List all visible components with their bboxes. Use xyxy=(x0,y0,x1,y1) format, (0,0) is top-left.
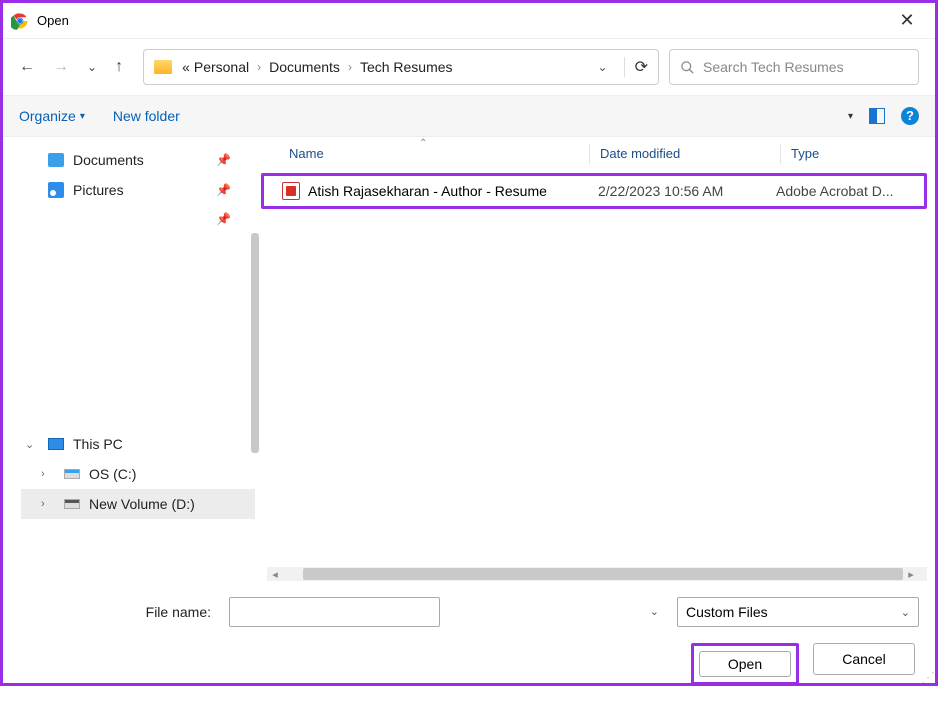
chevron-down-icon: ▾ xyxy=(80,111,85,122)
chevron-right-icon: › xyxy=(344,60,356,74)
scroll-left-icon[interactable]: ◂ xyxy=(267,568,283,581)
file-name: Atish Rajasekharan - Author - Resume xyxy=(308,183,598,199)
organize-menu[interactable]: Organize ▾ xyxy=(19,108,85,124)
expand-icon[interactable]: › xyxy=(41,498,55,510)
chevron-down-icon[interactable]: ⌄ xyxy=(650,605,659,618)
sidebar: Documents 📌 Pictures 📌 📌 ⌄ This PC › xyxy=(3,137,259,585)
close-button[interactable]: ✕ xyxy=(887,10,927,31)
filename-input[interactable] xyxy=(229,597,440,627)
pictures-icon xyxy=(48,182,64,198)
open-highlight: Open xyxy=(691,643,799,685)
chevron-down-icon: ⌄ xyxy=(901,606,910,619)
scroll-thumb[interactable] xyxy=(303,568,903,580)
collapse-icon[interactable]: ⌄ xyxy=(25,438,39,451)
refresh-button[interactable]: ⟳ xyxy=(624,57,648,77)
drive-icon xyxy=(64,469,80,479)
chevron-down-icon: ▾ xyxy=(848,111,853,122)
file-pane: Name ⌃ Date modified Type Atish Rajasekh… xyxy=(259,137,935,585)
folder-icon xyxy=(154,60,172,74)
column-headers: Name ⌃ Date modified Type xyxy=(259,137,935,171)
sort-asc-icon: ⌃ xyxy=(419,138,427,149)
address-dropdown[interactable]: ⌄ xyxy=(598,60,620,74)
sidebar-scrollbar[interactable] xyxy=(251,233,259,453)
file-row[interactable]: Atish Rajasekharan - Author - Resume 2/2… xyxy=(261,173,927,209)
filename-label: File name: xyxy=(19,604,219,620)
chevron-right-icon: › xyxy=(253,60,265,74)
column-date[interactable]: Date modified xyxy=(600,146,780,161)
view-mode-button[interactable]: ▾ xyxy=(826,109,853,123)
column-type[interactable]: Type xyxy=(791,146,935,161)
preview-pane-button[interactable] xyxy=(869,108,885,124)
expand-icon[interactable]: › xyxy=(41,468,55,480)
breadcrumb-prefix: « xyxy=(182,59,190,75)
title-bar: Open ✕ xyxy=(3,3,935,39)
pin-icon: 📌 xyxy=(216,212,231,226)
chrome-icon xyxy=(11,12,29,30)
sidebar-item-drive-d[interactable]: › New Volume (D:) xyxy=(21,489,255,519)
scroll-right-icon[interactable]: ▸ xyxy=(903,568,919,581)
file-date: 2/22/2023 10:56 AM xyxy=(598,183,776,199)
pdf-icon xyxy=(282,182,300,200)
body-area: Documents 📌 Pictures 📌 📌 ⌄ This PC › xyxy=(3,137,935,585)
list-icon xyxy=(826,109,842,123)
sidebar-item-drive-c[interactable]: › OS (C:) xyxy=(21,459,255,489)
documents-icon xyxy=(48,153,64,167)
breadcrumb-item[interactable]: Personal xyxy=(194,59,249,75)
pin-icon: 📌 xyxy=(216,153,231,167)
address-bar[interactable]: « Personal › Documents › Tech Resumes ⌄ … xyxy=(143,49,659,85)
toolbar: Organize ▾ New folder ▾ ? xyxy=(3,95,935,137)
pc-icon xyxy=(48,438,64,450)
column-name[interactable]: Name ⌃ xyxy=(289,146,589,161)
search-box[interactable]: Search Tech Resumes xyxy=(669,49,919,85)
nav-row: ← → ⌄ ↑ « Personal › Documents › Tech Re… xyxy=(3,39,935,95)
pin-icon: 📌 xyxy=(216,183,231,197)
file-type: Adobe Acrobat D... xyxy=(776,183,894,199)
recent-dropdown[interactable]: ⌄ xyxy=(87,60,97,74)
window-title: Open xyxy=(37,13,887,28)
search-icon xyxy=(680,60,695,75)
search-placeholder: Search Tech Resumes xyxy=(703,59,844,75)
new-folder-button[interactable]: New folder xyxy=(113,108,180,124)
breadcrumb-item[interactable]: Documents xyxy=(269,59,340,75)
sidebar-item-documents[interactable]: Documents 📌 xyxy=(21,145,255,175)
file-type-filter[interactable]: Custom Files ⌄ xyxy=(677,597,919,627)
back-button[interactable]: ← xyxy=(19,58,35,76)
open-button[interactable]: Open xyxy=(699,651,791,677)
horizontal-scrollbar[interactable]: ◂ ▸ xyxy=(267,567,927,581)
up-button[interactable]: ↑ xyxy=(115,58,123,76)
breadcrumb-item[interactable]: Tech Resumes xyxy=(360,59,453,75)
sidebar-item-pictures[interactable]: Pictures 📌 xyxy=(21,175,255,205)
help-button[interactable]: ? xyxy=(901,107,919,125)
drive-icon xyxy=(64,499,80,509)
footer: File name: ⌄ Custom Files ⌄ Open Cancel xyxy=(3,585,935,701)
sidebar-item-thispc[interactable]: ⌄ This PC xyxy=(21,429,255,459)
resize-grip[interactable] xyxy=(921,669,933,681)
nav-arrows: ← → ⌄ ↑ xyxy=(19,58,123,76)
cancel-button[interactable]: Cancel xyxy=(813,643,915,675)
forward-button[interactable]: → xyxy=(53,58,69,76)
sidebar-item-placeholder[interactable]: 📌 xyxy=(21,205,255,233)
